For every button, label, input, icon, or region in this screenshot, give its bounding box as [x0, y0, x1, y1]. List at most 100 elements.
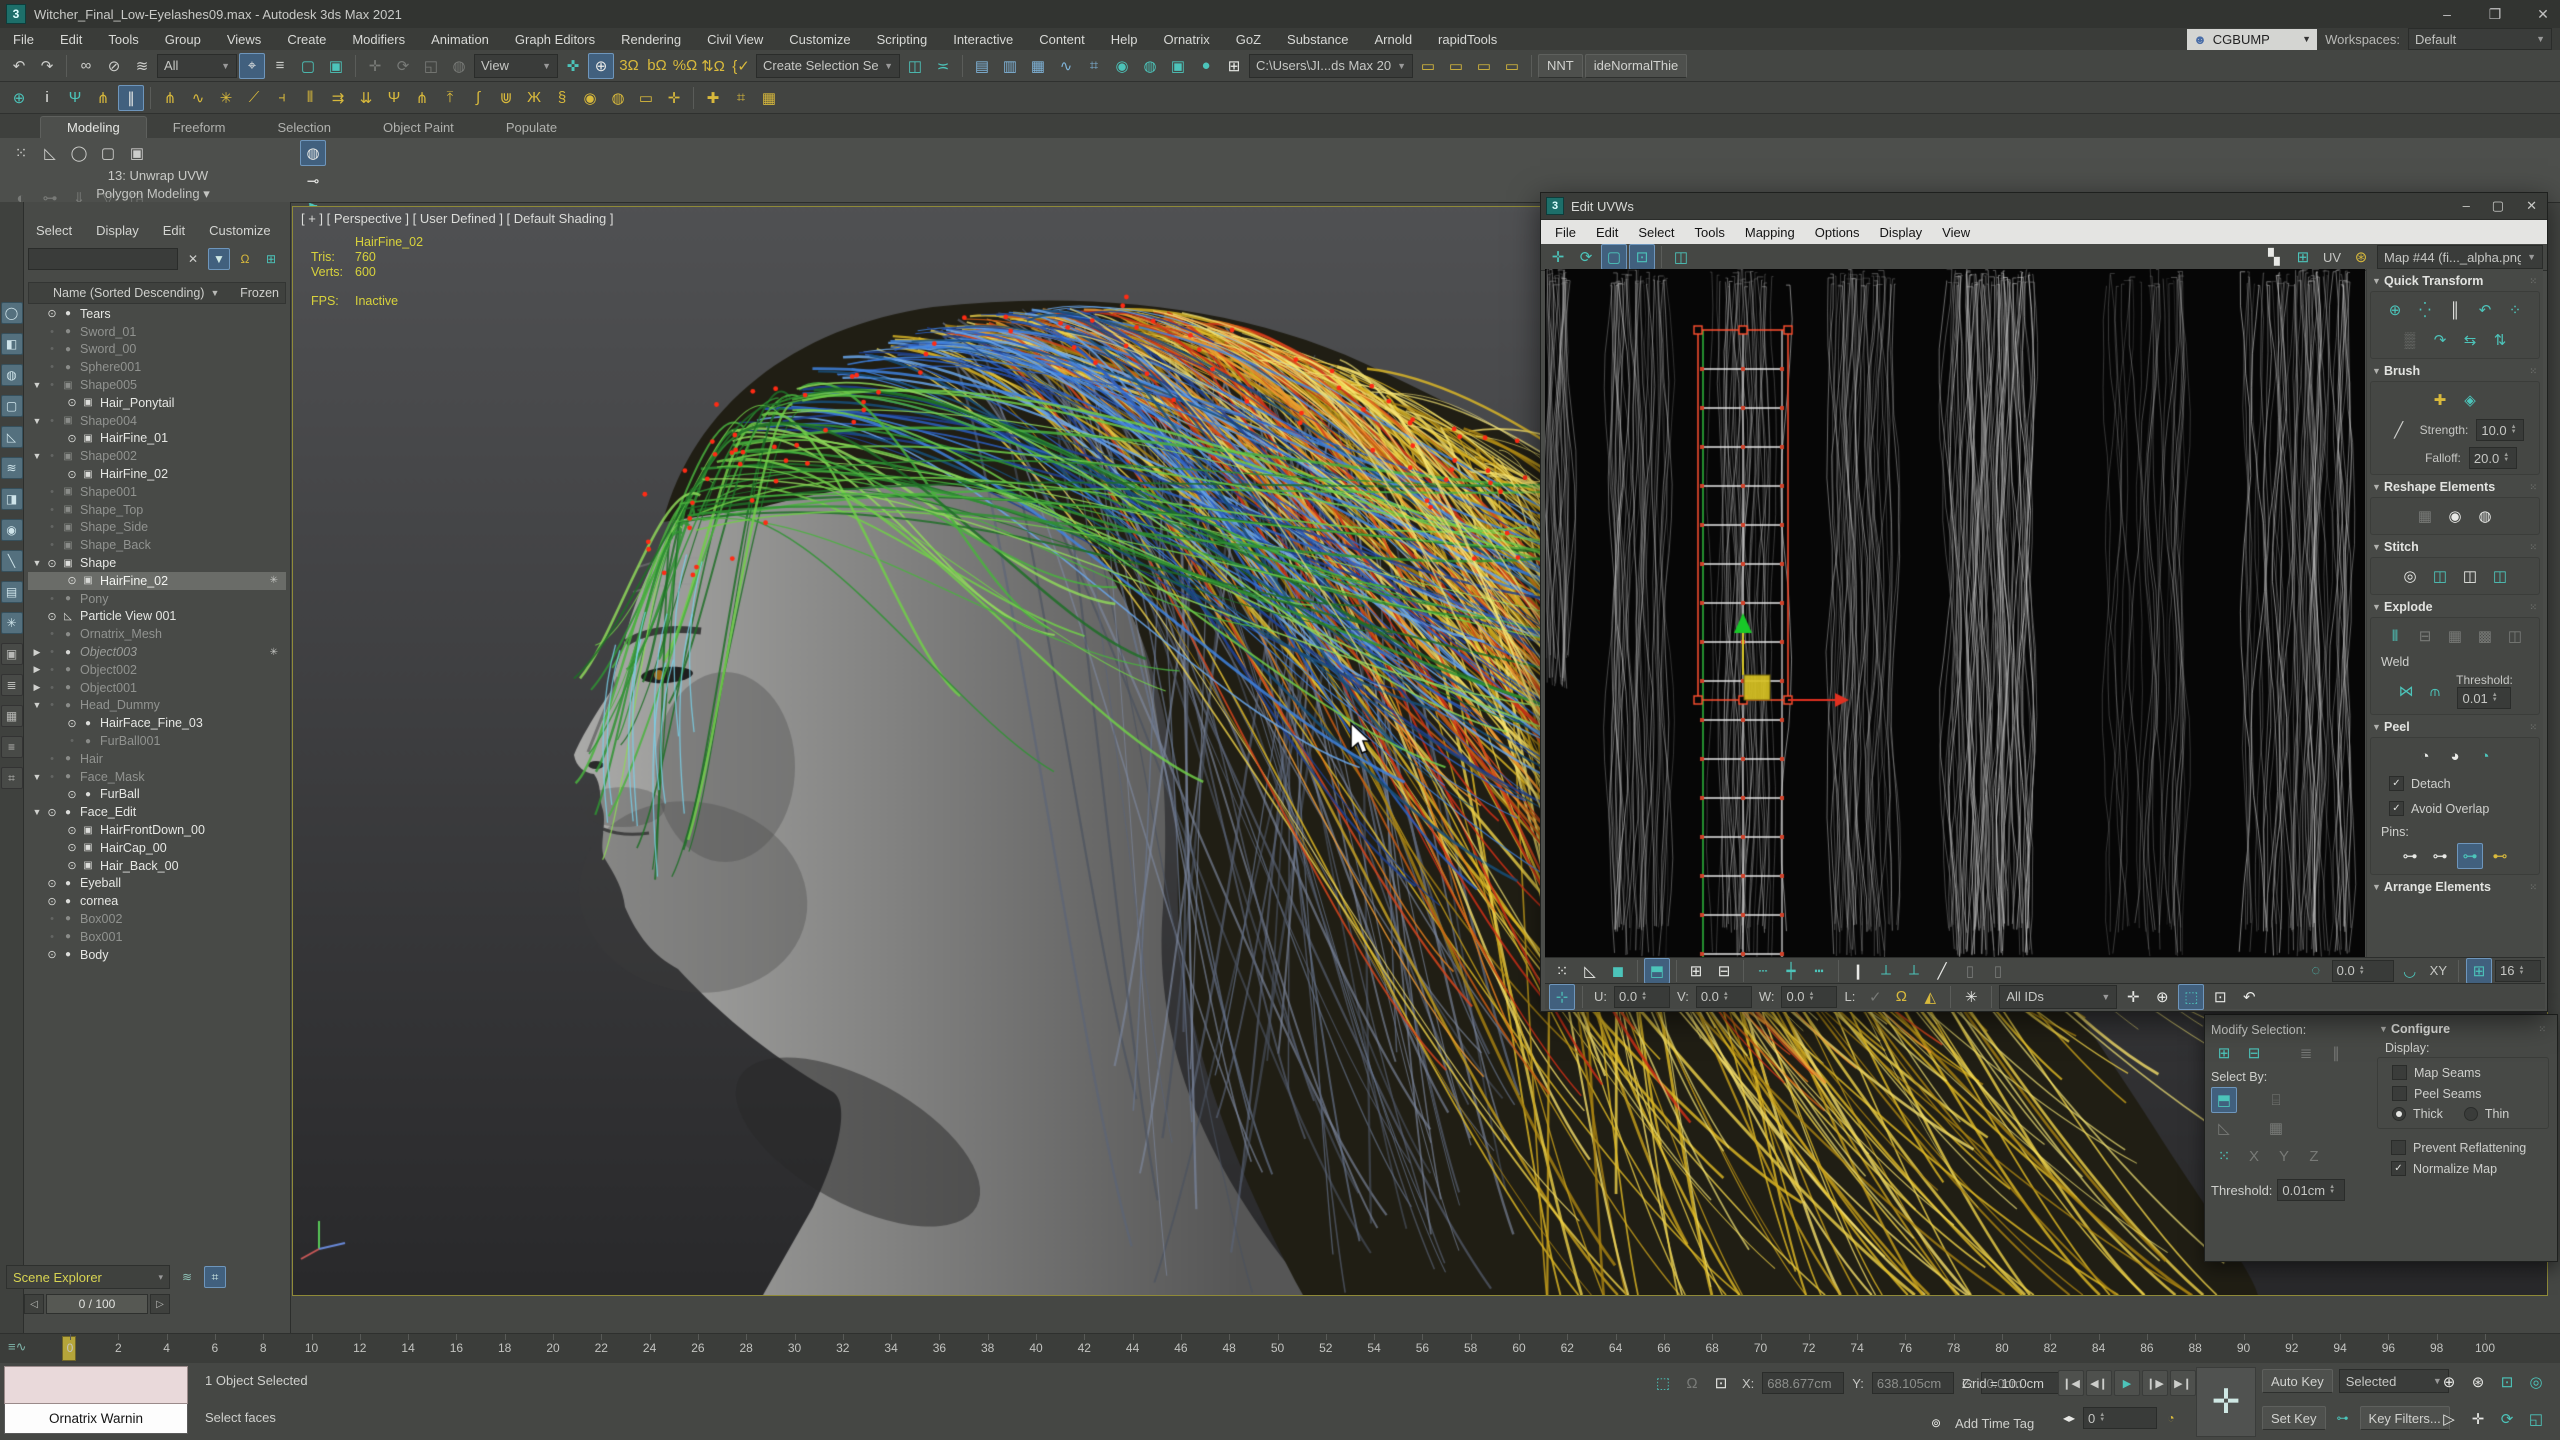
- tree-row-cornea[interactable]: ⊙●cornea: [28, 892, 286, 910]
- object-name[interactable]: cornea: [76, 894, 118, 908]
- hidden-dot-icon[interactable]: •: [44, 628, 60, 640]
- render-production-icon[interactable]: ●: [1193, 53, 1219, 79]
- import-folder-icon[interactable]: ▭: [1415, 53, 1441, 79]
- ox-braid-icon[interactable]: §: [549, 85, 575, 111]
- expander-icon[interactable]: ▶: [30, 647, 44, 658]
- display-geometry-icon[interactable]: ◧: [1, 333, 23, 355]
- expand-selection-icon[interactable]: ⊞: [2211, 1040, 2237, 1066]
- uvw-3d-icon[interactable]: ⬒: [1644, 958, 1670, 984]
- isolate-selection-toggle-icon[interactable]: ⬚: [1650, 1370, 1676, 1396]
- object-name[interactable]: Face_Edit: [76, 805, 136, 819]
- bind-to-space-warp-icon[interactable]: ≋: [129, 53, 155, 79]
- timeline-ruler[interactable]: ≡∿ 0246810121416182022242628303234363840…: [0, 1333, 2560, 1365]
- select-object-icon[interactable]: ⌖: [239, 53, 265, 79]
- ox-render-settings-icon[interactable]: ◉: [577, 85, 603, 111]
- object-name[interactable]: Object002: [76, 663, 137, 677]
- thick-radio[interactable]: [2392, 1107, 2406, 1121]
- name-column-header[interactable]: Name (Sorted Descending): [29, 286, 204, 300]
- hidden-dot-icon[interactable]: •: [64, 735, 80, 747]
- object-name[interactable]: Sword_00: [76, 342, 136, 356]
- hierarchy-view-icon[interactable]: ⌗: [204, 1266, 226, 1288]
- object-name[interactable]: HairCap_00: [96, 841, 167, 855]
- arrange-elements-rollout-header[interactable]: ▼Arrange Elements⁙: [2370, 877, 2540, 897]
- menu-item-display[interactable]: Display: [84, 220, 151, 241]
- arc-mode-icon[interactable]: ◡: [2397, 958, 2423, 984]
- paint-select-icon[interactable]: ╱: [1929, 958, 1955, 984]
- map-selector-dropdown[interactable]: Map #44 (fi..._alpha.png)▼: [2377, 245, 2543, 269]
- hidden-dot-icon[interactable]: •: [44, 646, 60, 658]
- grid-size-field[interactable]: 16▲▼: [2495, 960, 2541, 982]
- tree-row-body[interactable]: ⊙●Body: [28, 946, 286, 964]
- hidden-dot-icon[interactable]: •: [44, 486, 60, 498]
- visibility-eye-icon[interactable]: ⊙: [64, 468, 80, 481]
- hidden-dot-icon[interactable]: •: [44, 664, 60, 676]
- curve-editor-icon[interactable]: ∿: [1053, 53, 1079, 79]
- loop-selection-icon[interactable]: ≣: [2293, 1040, 2319, 1066]
- set-key-button[interactable]: Set Key: [2262, 1406, 2326, 1430]
- zoom-extents-icon[interactable]: ⊡: [2494, 1369, 2520, 1395]
- ox-grass-icon[interactable]: Ψ: [381, 85, 407, 111]
- quick-transform-rollout-header[interactable]: ▼Quick Transform⁙: [2370, 271, 2540, 291]
- tree-row-shape[interactable]: ▼⊙▣Shape: [28, 554, 286, 572]
- zoom-extents-all-icon[interactable]: ◎: [2523, 1369, 2549, 1395]
- tree-row-ornatrix-mesh[interactable]: •●Ornatrix_Mesh: [28, 625, 286, 643]
- object-name[interactable]: Shape002: [76, 449, 137, 463]
- display-selection-icon[interactable]: ⌗: [1, 767, 23, 789]
- tree-row-shape-top[interactable]: •▣Shape_Top: [28, 501, 286, 519]
- flatten-icon[interactable]: ◫: [2502, 623, 2528, 649]
- edge-loop-icon[interactable]: ┄: [1750, 958, 1776, 984]
- frozen-icon[interactable]: ✳: [270, 575, 278, 586]
- display-spacewarps-icon[interactable]: ≋: [1, 457, 23, 479]
- dialog-title-bar[interactable]: 3 Edit UVWs – ▢ ✕: [1541, 193, 2547, 220]
- select-and-move-icon[interactable]: ✛: [362, 53, 388, 79]
- object-name[interactable]: Shape_Side: [76, 520, 148, 534]
- visibility-eye-icon[interactable]: ⊙: [44, 895, 60, 908]
- visibility-eye-icon[interactable]: ⊙: [64, 432, 80, 445]
- avoid-overlap-checkbox[interactable]: ✓: [2389, 801, 2404, 816]
- tree-row-sphere001[interactable]: •●Sphere001: [28, 358, 286, 376]
- object-name[interactable]: HairFine_02: [96, 467, 168, 481]
- hidden-dot-icon[interactable]: •: [44, 913, 60, 925]
- reshape-elements-rollout-header[interactable]: ▼Reshape Elements⁙: [2370, 477, 2540, 497]
- display-materials-icon[interactable]: ≣: [1, 674, 23, 696]
- tree-row-object003[interactable]: ▶•●Object003✳: [28, 643, 286, 661]
- contract-selection-icon[interactable]: ⊟: [2241, 1040, 2267, 1066]
- pan-view-icon[interactable]: ✛: [2120, 984, 2146, 1010]
- falloff-curve-icon[interactable]: ╱: [2386, 417, 2412, 443]
- expander-icon[interactable]: ▼: [30, 416, 44, 426]
- next-key-button[interactable]: ▷: [150, 1294, 170, 1314]
- play-icon[interactable]: ▶: [2114, 1370, 2140, 1396]
- select-by-dots-icon[interactable]: ⁙: [2211, 1143, 2237, 1169]
- menu-item-tools[interactable]: Tools: [95, 28, 151, 50]
- pin-auto-icon[interactable]: ⊶: [2457, 843, 2483, 869]
- object-name[interactable]: Face_Mask: [76, 770, 145, 784]
- pin-remove-icon[interactable]: ⊶: [2427, 843, 2453, 869]
- object-name[interactable]: Box001: [76, 930, 122, 944]
- edge-ring-icon[interactable]: ┿: [1778, 958, 1804, 984]
- toggle-ribbon-icon[interactable]: ▦: [1025, 53, 1051, 79]
- expand-all-icon[interactable]: ⊞: [260, 248, 282, 270]
- tree-row-shape002[interactable]: ▼•▣Shape002: [28, 447, 286, 465]
- display-particles-icon[interactable]: ✳: [1, 612, 23, 634]
- element-subobject-icon[interactable]: ▣: [124, 140, 150, 166]
- snap-toggle-icon[interactable]: ◭: [1917, 984, 1943, 1010]
- ox-strands-icon[interactable]: ⫴: [297, 85, 323, 111]
- expander-icon[interactable]: ▶: [30, 682, 44, 693]
- signin-dropdown[interactable]: ☻ CGBUMP ▼: [2187, 29, 2317, 50]
- normalize-map-checkbox[interactable]: ✓: [2391, 1161, 2406, 1176]
- object-name[interactable]: Box002: [76, 912, 122, 926]
- hidden-dot-icon[interactable]: •: [44, 361, 60, 373]
- peel-seams-checkbox[interactable]: [2392, 1086, 2407, 1101]
- tree-row-box002[interactable]: •●Box002: [28, 910, 286, 928]
- clear-search-icon[interactable]: ✕: [182, 248, 204, 270]
- prevent-reflattening-checkbox[interactable]: [2391, 1140, 2406, 1155]
- tab-object-paint[interactable]: Object Paint: [357, 117, 480, 138]
- hidden-dot-icon[interactable]: •: [44, 539, 60, 551]
- expander-icon[interactable]: ▼: [30, 380, 44, 390]
- quick-peel-icon[interactable]: ◔: [2412, 743, 2438, 769]
- absolute-mode-toggle-icon[interactable]: ⊡: [1708, 1370, 1734, 1396]
- keyboard-override-icon[interactable]: {✓: [728, 53, 754, 79]
- ox-edit-guides-icon[interactable]: ∥: [118, 85, 144, 111]
- mirror-horizontal-icon[interactable]: ◫: [1668, 244, 1694, 270]
- menu-item-substance[interactable]: Substance: [1274, 28, 1361, 50]
